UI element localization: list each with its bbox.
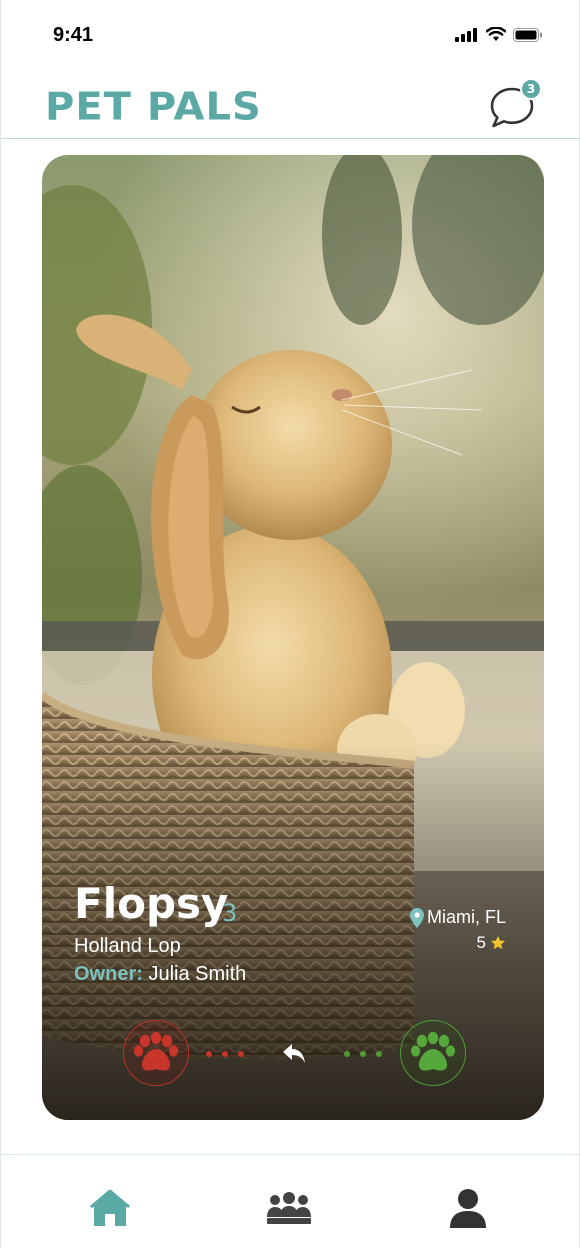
group-icon (267, 1192, 311, 1224)
action-row (42, 1019, 544, 1089)
unread-badge: 3 (520, 78, 542, 100)
pet-age: 3 (222, 899, 238, 927)
app-title: PET PALS (45, 85, 262, 129)
nav-community[interactable] (264, 1183, 314, 1233)
like-dots (344, 1051, 382, 1057)
undo-icon[interactable] (280, 1039, 308, 1067)
location: Miami, FL (409, 907, 506, 928)
owner-name[interactable]: Julia Smith (148, 963, 246, 985)
battery-icon (513, 27, 542, 42)
pet-name: Flopsy (74, 879, 229, 928)
location-text: Miami, FL (426, 907, 506, 927)
owner-line: Owner: Julia Smith (74, 963, 246, 986)
home-icon (90, 1189, 130, 1226)
nav-profile[interactable] (443, 1183, 493, 1233)
rating-value: 5 (476, 933, 486, 952)
pass-dots (206, 1051, 244, 1057)
app-header: PET PALS 3 (1, 74, 579, 139)
location-pin-icon (409, 907, 424, 928)
pet-card[interactable]: Flopsy 3 Holland Lop Owner: Julia Smith … (42, 155, 544, 1120)
star-icon (491, 936, 505, 950)
pet-breed: Holland Lop (74, 935, 181, 957)
paw-icon (133, 1032, 179, 1071)
status-time: 9:41 (53, 24, 94, 46)
like-button[interactable] (400, 1020, 466, 1086)
owner-label: Owner: (74, 963, 143, 985)
wifi-icon (486, 27, 506, 41)
status-icons (455, 27, 543, 42)
status-bar: 9:41 (1, 0, 579, 74)
signal-icon (455, 27, 477, 42)
bottom-nav (1, 1154, 579, 1249)
pass-button[interactable] (123, 1020, 189, 1086)
rating: 5 (477, 933, 506, 953)
profile-icon (450, 1189, 486, 1228)
paw-icon (410, 1032, 456, 1071)
nav-home[interactable] (85, 1183, 135, 1233)
